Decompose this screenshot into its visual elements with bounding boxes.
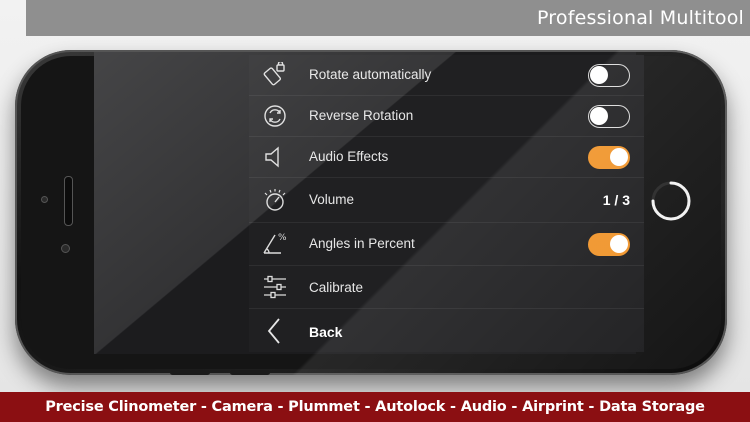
app-title: Professional Multitool xyxy=(536,7,744,29)
angle-percent-icon: % xyxy=(261,229,289,257)
setting-label: Reverse Rotation xyxy=(309,108,414,123)
setting-label: Audio Effects xyxy=(309,149,389,164)
setting-row-angles-in-percent[interactable]: % Angles in Percent xyxy=(249,223,644,266)
back-button[interactable]: Back xyxy=(249,309,644,352)
home-button[interactable] xyxy=(648,178,694,224)
setting-label: Volume xyxy=(309,192,355,207)
sliders-icon xyxy=(261,273,289,301)
phone-speaker xyxy=(64,176,73,226)
reverse-rotation-toggle[interactable] xyxy=(588,105,630,128)
setting-label: Calibrate xyxy=(309,280,364,295)
setting-row-calibrate[interactable]: Calibrate xyxy=(249,266,644,309)
volume-value[interactable]: 1 / 3 xyxy=(603,192,630,208)
setting-row-audio-effects[interactable]: Audio Effects xyxy=(249,137,644,178)
settings-panel: Rotate automatically Reverse Rotation Au… xyxy=(249,55,644,352)
rotate-screen-icon xyxy=(261,61,289,89)
setting-row-reverse-rotation[interactable]: Reverse Rotation xyxy=(249,96,644,137)
setting-label: Angles in Percent xyxy=(309,236,415,251)
top-banner: Professional Multitool xyxy=(26,0,750,36)
phone-camera xyxy=(61,244,70,253)
feature-list: Precise Clinometer - Camera - Plummet - … xyxy=(45,399,705,415)
bottom-banner: Precise Clinometer - Camera - Plummet - … xyxy=(0,392,750,422)
reverse-rotation-icon xyxy=(261,102,289,130)
volume-dial-icon xyxy=(261,186,289,214)
phone-sensor xyxy=(41,196,48,203)
chevron-left-icon xyxy=(261,317,289,345)
back-label: Back xyxy=(309,324,343,340)
angles-in-percent-toggle[interactable] xyxy=(588,233,630,256)
setting-label: Rotate automatically xyxy=(309,67,432,82)
setting-row-rotate-automatically[interactable]: Rotate automatically xyxy=(249,55,644,96)
rotate-automatically-toggle[interactable] xyxy=(588,64,630,87)
phone-side-button xyxy=(230,370,270,375)
svg-text:%: % xyxy=(278,233,287,243)
setting-row-volume[interactable]: Volume 1 / 3 xyxy=(249,178,644,223)
audio-effects-toggle[interactable] xyxy=(588,146,630,169)
speaker-icon xyxy=(261,143,289,171)
phone-side-button xyxy=(170,370,210,375)
